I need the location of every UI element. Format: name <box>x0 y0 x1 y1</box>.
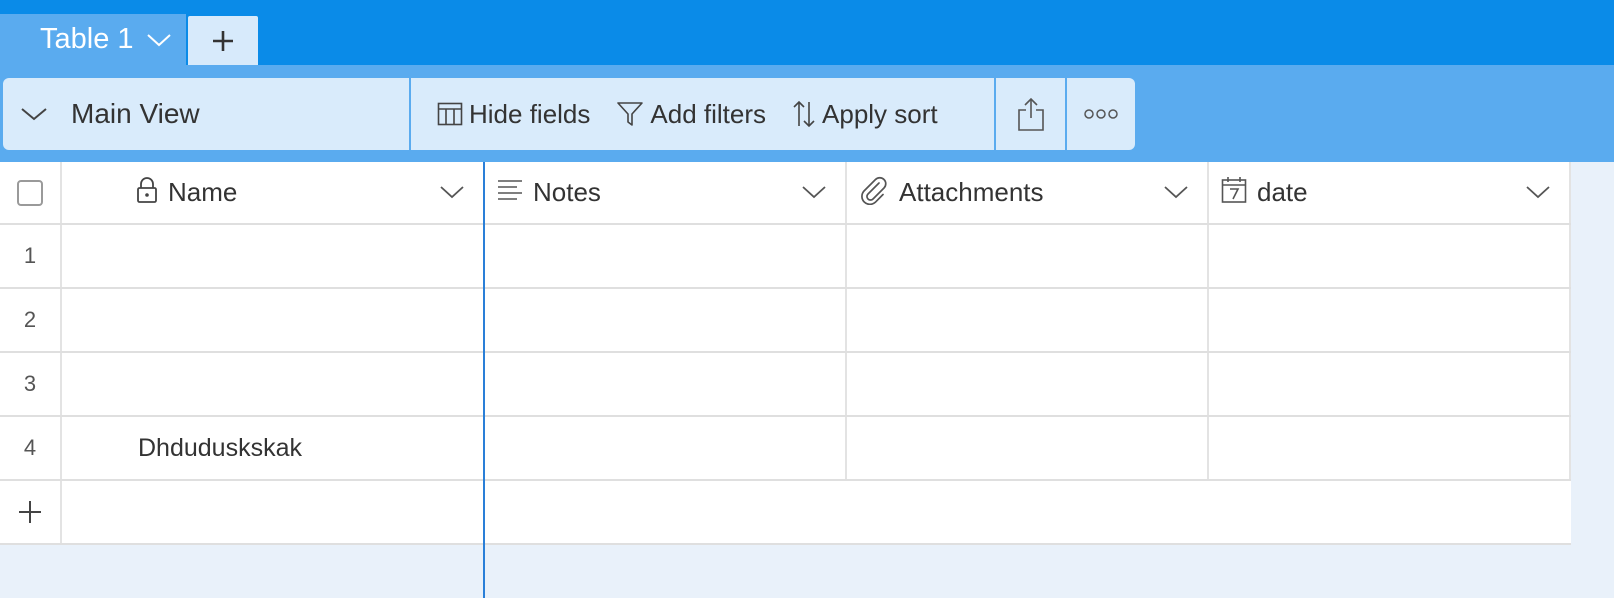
view-switcher[interactable]: Main View <box>3 78 409 150</box>
share-button[interactable] <box>996 78 1065 150</box>
date-cell[interactable] <box>1209 417 1571 479</box>
column-header-attachments[interactable]: Attachments <box>847 162 1209 223</box>
attachments-cell[interactable] <box>847 417 1209 479</box>
table-row[interactable]: 3 <box>0 353 1571 417</box>
row-number-cell: 4 <box>0 417 62 479</box>
plus-icon <box>19 501 41 523</box>
lock-icon <box>136 176 158 209</box>
column-header-date[interactable]: date <box>1209 162 1571 223</box>
add-table-button[interactable] <box>188 16 258 65</box>
notes-cell[interactable] <box>485 417 847 479</box>
chevron-down-icon[interactable] <box>439 184 465 200</box>
add-row-area[interactable] <box>62 481 1571 543</box>
select-all-cell <box>0 162 62 223</box>
row-number: 3 <box>23 371 37 396</box>
table-row[interactable]: 4 Dhduduskskak <box>0 417 1571 481</box>
date-cell[interactable] <box>1209 289 1571 351</box>
row-number: 2 <box>23 307 37 332</box>
grid-header: Name Notes Attachments date <box>0 162 1571 225</box>
apply-sort-label: Apply sort <box>822 98 938 129</box>
hide-fields-button[interactable]: Hide fields <box>437 99 590 130</box>
paperclip-icon <box>859 175 889 210</box>
chevron-down-icon[interactable] <box>146 32 172 48</box>
date-cell[interactable] <box>1209 353 1571 415</box>
hide-fields-label: Hide fields <box>469 98 591 129</box>
row-number-cell: 2 <box>0 289 62 351</box>
apply-sort-button[interactable]: Apply sort <box>792 99 938 130</box>
ellipsis-icon <box>1084 109 1118 119</box>
more-options-button[interactable] <box>1067 78 1135 150</box>
row-number: 4 <box>23 435 37 460</box>
column-label: date <box>1257 177 1308 207</box>
add-filters-label: Add filters <box>650 98 767 129</box>
tab-label: Table 1 <box>40 23 134 55</box>
name-cell[interactable] <box>62 289 485 351</box>
date-cell[interactable] <box>1209 225 1571 287</box>
row-number-cell: 1 <box>0 225 62 287</box>
filter-icon <box>616 100 644 128</box>
view-name: Main View <box>71 98 200 129</box>
add-row <box>0 481 1571 545</box>
attachments-cell[interactable] <box>847 289 1209 351</box>
attachments-cell[interactable] <box>847 353 1209 415</box>
column-label: Name <box>168 177 238 207</box>
notes-cell[interactable] <box>485 353 847 415</box>
share-icon <box>1017 97 1044 131</box>
chevron-down-icon[interactable] <box>801 184 827 200</box>
row-number-cell: 3 <box>0 353 62 415</box>
name-cell[interactable] <box>62 225 485 287</box>
chevron-down-icon[interactable] <box>1163 184 1189 200</box>
table-row[interactable]: 1 <box>0 225 1571 289</box>
chevron-down-icon[interactable] <box>1525 184 1551 200</box>
name-cell[interactable]: Dhduduskskak <box>62 417 485 479</box>
column-header-name[interactable]: Name <box>62 162 485 223</box>
frozen-column-divider[interactable] <box>483 162 485 598</box>
text-lines-icon <box>497 178 523 207</box>
view-tools: Hide fields Add filters Apply sort <box>411 78 994 150</box>
sort-icon <box>792 99 816 129</box>
attachments-cell[interactable] <box>847 225 1209 287</box>
cell-value: Dhduduskskak <box>138 433 302 462</box>
add-row-button[interactable] <box>0 481 62 543</box>
tab-table-1[interactable]: Table 1 <box>0 14 186 65</box>
column-label: Attachments <box>899 177 1044 207</box>
select-all-checkbox[interactable] <box>17 179 43 206</box>
name-cell[interactable] <box>62 353 485 415</box>
calendar-icon <box>1221 176 1247 209</box>
notes-cell[interactable] <box>485 289 847 351</box>
column-label: Notes <box>533 177 601 207</box>
chevron-down-icon[interactable] <box>19 105 49 123</box>
add-filters-button[interactable]: Add filters <box>616 99 766 130</box>
table-row[interactable]: 2 <box>0 289 1571 353</box>
column-header-notes[interactable]: Notes <box>485 162 847 223</box>
row-number: 1 <box>23 243 37 268</box>
tab-bar: Table 1 <box>0 0 1614 65</box>
plus-icon <box>213 30 233 51</box>
columns-icon <box>437 101 463 127</box>
data-grid: Name Notes Attachments date 1 2 3 4 Dhdu… <box>0 162 1571 545</box>
notes-cell[interactable] <box>485 225 847 287</box>
